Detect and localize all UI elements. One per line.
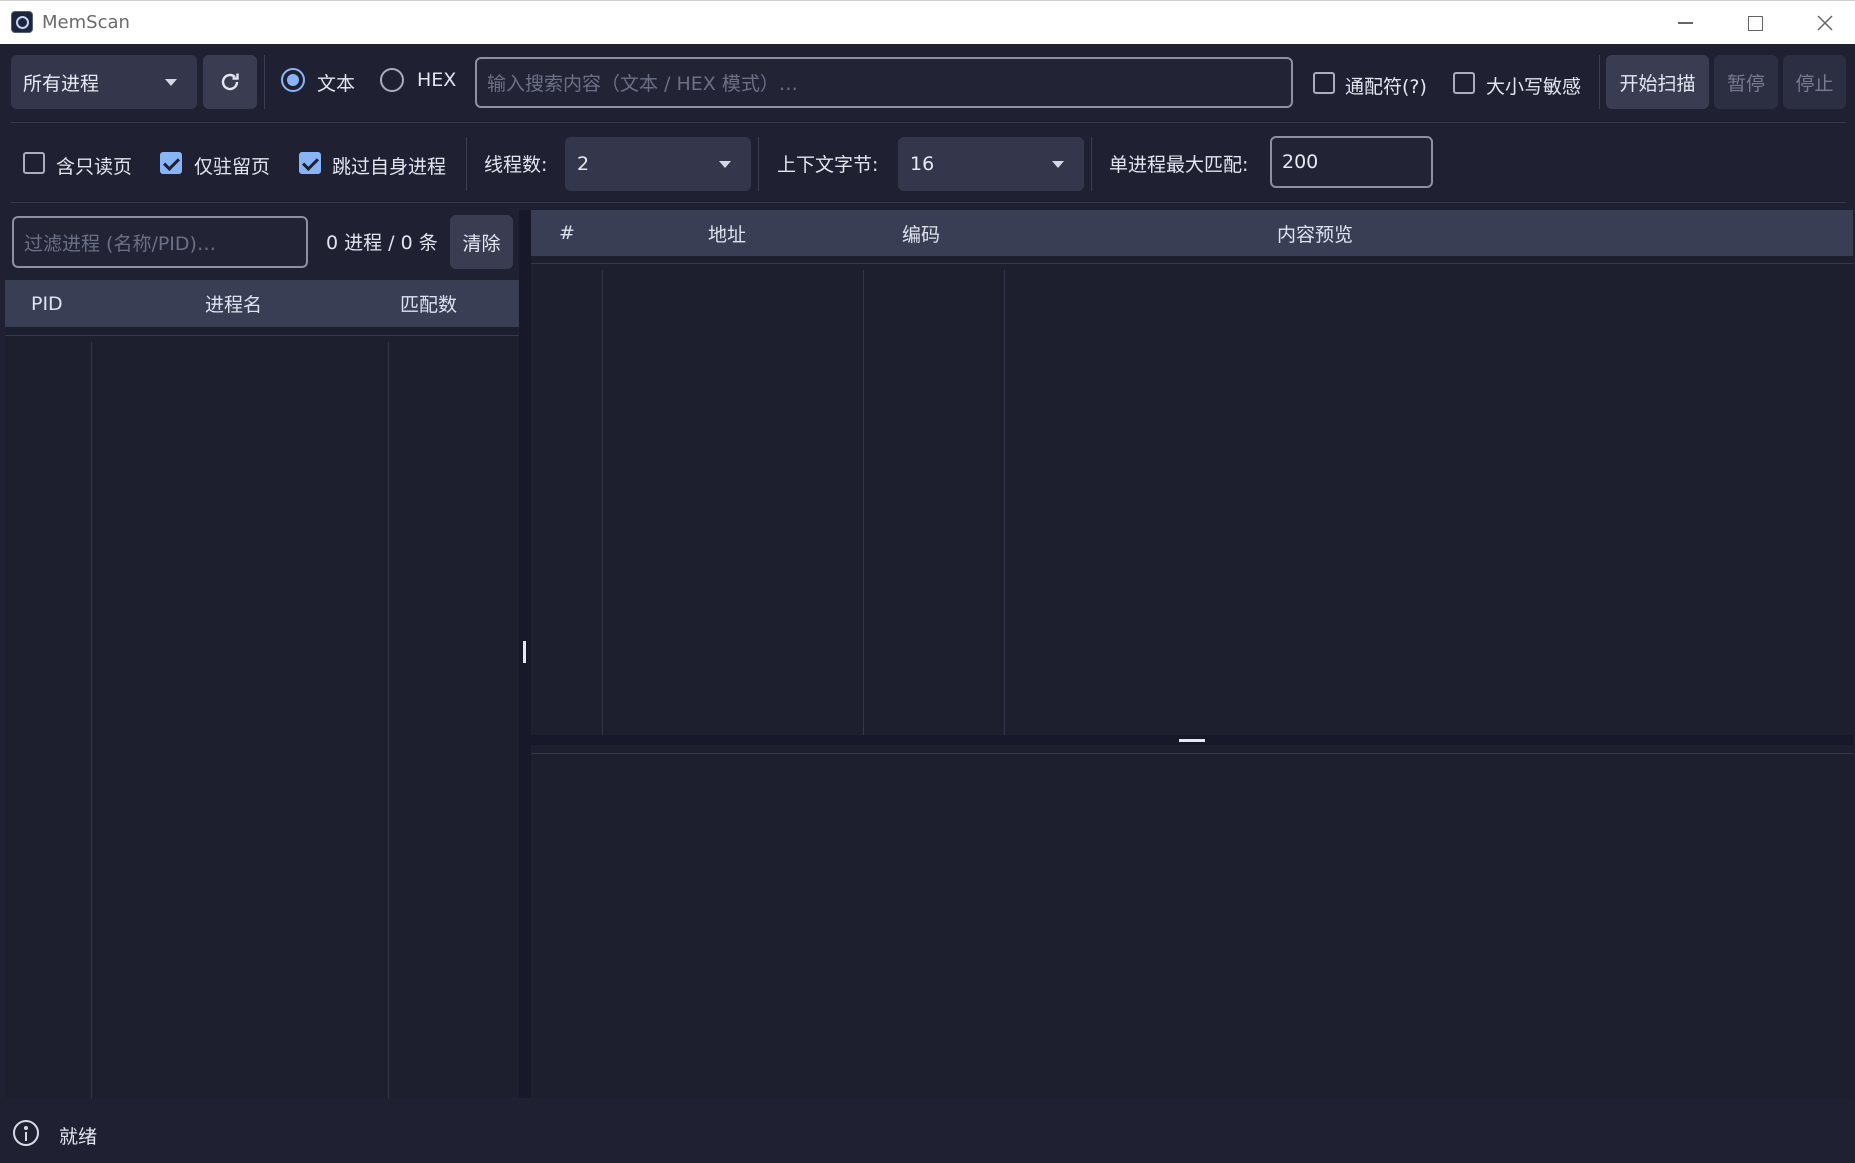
skip-self-checkbox[interactable] [299, 152, 321, 174]
wildcard-checkbox[interactable] [1313, 72, 1335, 94]
column-header-address[interactable]: 地址 [708, 210, 746, 256]
context-bytes-select[interactable]: 16 [898, 137, 1084, 191]
column-divider [1004, 270, 1005, 735]
threads-select[interactable]: 2 [565, 137, 751, 191]
process-table-header: PID 进程名 匹配数 [5, 280, 519, 327]
process-summary: 0 进程 / 0 条 [326, 232, 438, 254]
window-title: MemScan [42, 12, 130, 33]
column-header-pid[interactable]: PID [31, 280, 63, 327]
wildcard-label: 通配符(?) [1345, 76, 1427, 98]
mode-text-label: 文本 [317, 73, 356, 95]
skip-self-label: 跳过自身进程 [332, 156, 447, 178]
resident-only-label: 仅驻留页 [194, 156, 271, 178]
max-match-label: 单进程最大匹配: [1109, 154, 1249, 176]
options-divider [466, 137, 467, 191]
column-header-process-name[interactable]: 进程名 [205, 280, 262, 327]
chevron-down-icon [1052, 161, 1064, 168]
threads-value: 2 [577, 153, 590, 175]
process-filter-input[interactable]: 过滤进程 (名称/PID)… [12, 216, 308, 268]
max-match-input[interactable]: 200 [1270, 136, 1433, 188]
refresh-button[interactable] [203, 55, 257, 109]
readonly-pages-label: 含只读页 [56, 156, 133, 178]
chevron-down-icon [719, 161, 731, 168]
readonly-pages-checkbox[interactable] [23, 152, 45, 174]
case-sensitive-checkbox[interactable] [1453, 72, 1475, 94]
detail-pane[interactable] [531, 745, 1853, 1098]
column-divider [91, 342, 92, 1098]
toolbar-divider [264, 55, 265, 109]
table-divider [531, 263, 1853, 264]
context-bytes-value: 16 [910, 153, 935, 175]
column-header-encoding[interactable]: 编码 [902, 210, 940, 256]
mode-text-radio[interactable] [281, 68, 305, 92]
results-table: # 地址 编码 内容预览 [531, 210, 1853, 735]
splitter-handle-icon [523, 641, 526, 663]
mode-hex-radio[interactable] [380, 68, 404, 92]
options-divider [1091, 137, 1092, 191]
mode-hex-label: HEX [417, 69, 457, 91]
search-input[interactable]: 输入搜索内容（文本 / HEX 模式）… [475, 57, 1293, 108]
pause-button[interactable]: 暂停 [1714, 55, 1778, 109]
options-divider [758, 137, 759, 191]
column-header-preview[interactable]: 内容预览 [1277, 210, 1353, 256]
search-placeholder: 输入搜索内容（文本 / HEX 模式）… [487, 73, 798, 95]
column-divider [863, 270, 864, 735]
title-bar: MemScan [0, 0, 1855, 44]
vertical-splitter[interactable] [519, 210, 531, 1098]
horizontal-splitter[interactable] [531, 735, 1853, 745]
clear-button[interactable]: 清除 [450, 215, 513, 269]
max-match-value: 200 [1282, 151, 1319, 173]
column-header-match-count[interactable]: 匹配数 [400, 280, 457, 327]
minimize-button[interactable] [1650, 1, 1720, 45]
info-icon [13, 1120, 39, 1146]
process-select-value: 所有进程 [23, 72, 100, 95]
toolbar-separator [11, 122, 1846, 123]
process-select[interactable]: 所有进程 [11, 55, 197, 109]
process-table: PID 进程名 匹配数 [5, 280, 519, 1098]
splitter-handle-icon [1179, 739, 1205, 742]
process-filter-placeholder: 过滤进程 (名称/PID)… [24, 232, 216, 255]
status-text: 就绪 [59, 1126, 98, 1148]
context-bytes-label: 上下文字节: [777, 154, 879, 176]
toolbar-divider [1599, 55, 1600, 109]
close-button[interactable] [1790, 1, 1855, 45]
column-header-index[interactable]: # [559, 210, 575, 256]
start-scan-button[interactable]: 开始扫描 [1606, 55, 1709, 109]
table-divider [5, 335, 519, 336]
app-logo-icon [11, 11, 33, 33]
chevron-down-icon [165, 79, 177, 86]
results-table-header: # 地址 编码 内容预览 [531, 210, 1853, 256]
stop-button[interactable]: 停止 [1783, 55, 1846, 109]
resident-only-checkbox[interactable] [160, 152, 182, 174]
maximize-button[interactable] [1720, 1, 1790, 45]
detail-pane-divider [531, 753, 1853, 754]
column-divider [388, 342, 389, 1098]
options-separator [11, 202, 1846, 203]
threads-label: 线程数: [484, 154, 548, 176]
column-divider [602, 270, 603, 735]
case-sensitive-label: 大小写敏感 [1486, 76, 1582, 98]
close-icon [1817, 15, 1833, 31]
refresh-icon [221, 73, 239, 91]
